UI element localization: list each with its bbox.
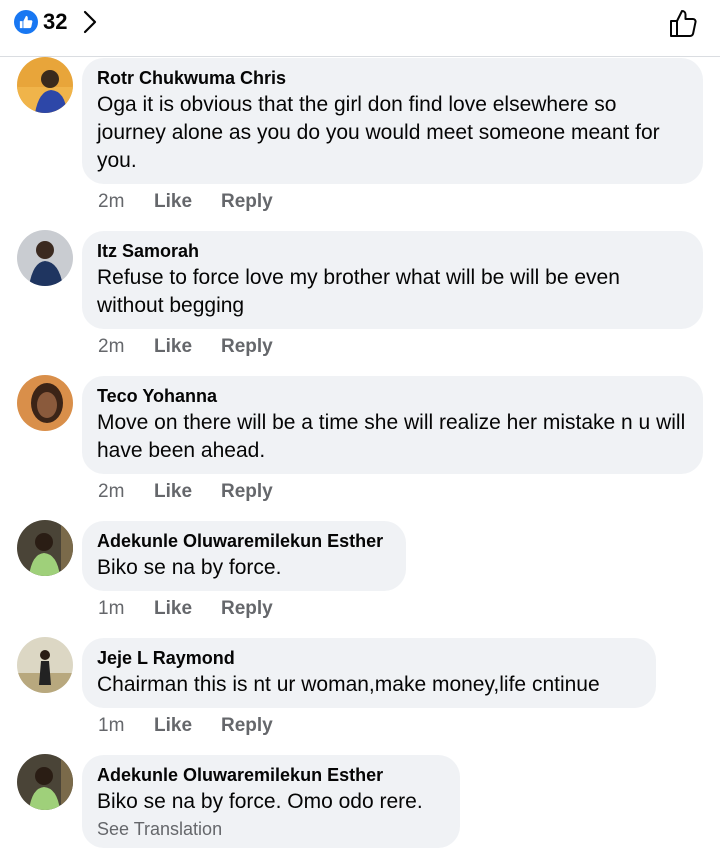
comment-text: Refuse to force love my brother what wil…	[97, 266, 620, 317]
comment-bubble: Adekunle Oluwaremilekun Esther Biko se n…	[82, 755, 460, 848]
like-button[interactable]: Like	[154, 335, 192, 359]
comment-timestamp: 1m	[98, 598, 125, 619]
avatar[interactable]	[17, 375, 73, 431]
comment-bubble: Adekunle Oluwaremilekun Esther Biko se n…	[82, 521, 406, 591]
comment-bubble: Itz Samorah Refuse to force love my brot…	[82, 231, 703, 329]
comment-text: Chairman this is nt ur woman,make money,…	[97, 673, 600, 696]
like-button[interactable]: Like	[154, 597, 192, 621]
comment-author[interactable]: Adekunle Oluwaremilekun Esther	[97, 530, 391, 552]
comment-bubble: Teco Yohanna Move on there will be a tim…	[82, 376, 703, 474]
comment-timestamp: 1m	[98, 715, 125, 736]
like-button[interactable]: Like	[154, 714, 192, 738]
reaction-count[interactable]: 32	[43, 9, 67, 35]
like-button[interactable]: Like	[154, 190, 192, 214]
avatar[interactable]	[17, 230, 73, 286]
comment-text: Biko se na by force. Omo odo rere.	[97, 790, 423, 813]
avatar[interactable]	[17, 754, 73, 810]
avatar[interactable]	[17, 57, 73, 113]
comment-author[interactable]: Teco Yohanna	[97, 385, 688, 407]
comment-timestamp: 2m	[98, 191, 125, 212]
reply-button[interactable]: Reply	[221, 335, 273, 359]
reply-button[interactable]: Reply	[221, 597, 273, 621]
comment-author[interactable]: Adekunle Oluwaremilekun Esther	[97, 764, 445, 786]
reply-button[interactable]: Reply	[221, 480, 273, 504]
like-reaction-icon	[14, 10, 38, 34]
comment-timestamp: 2m	[98, 336, 125, 357]
see-translation-link[interactable]: See Translation	[97, 818, 445, 840]
reply-button[interactable]: Reply	[221, 714, 273, 738]
chevron-right-icon[interactable]	[82, 9, 98, 35]
like-thumb-icon[interactable]	[666, 6, 700, 40]
like-button[interactable]: Like	[154, 480, 192, 504]
avatar[interactable]	[17, 637, 73, 693]
comment-author[interactable]: Itz Samorah	[97, 240, 688, 262]
reactions-header: 32	[0, 0, 720, 57]
comment-bubble: Rotr Chukwuma Chris Oga it is obvious th…	[82, 58, 703, 184]
comment-text: Oga it is obvious that the girl don find…	[97, 93, 660, 172]
avatar[interactable]	[17, 520, 73, 576]
comment-author[interactable]: Jeje L Raymond	[97, 647, 641, 669]
comment-timestamp: 2m	[98, 481, 125, 502]
comment-author[interactable]: Rotr Chukwuma Chris	[97, 67, 688, 89]
comment-text: Biko se na by force.	[97, 556, 282, 579]
reply-button[interactable]: Reply	[221, 190, 273, 214]
comment-text: Move on there will be a time she will re…	[97, 411, 686, 462]
comment-bubble: Jeje L Raymond Chairman this is nt ur wo…	[82, 638, 656, 708]
